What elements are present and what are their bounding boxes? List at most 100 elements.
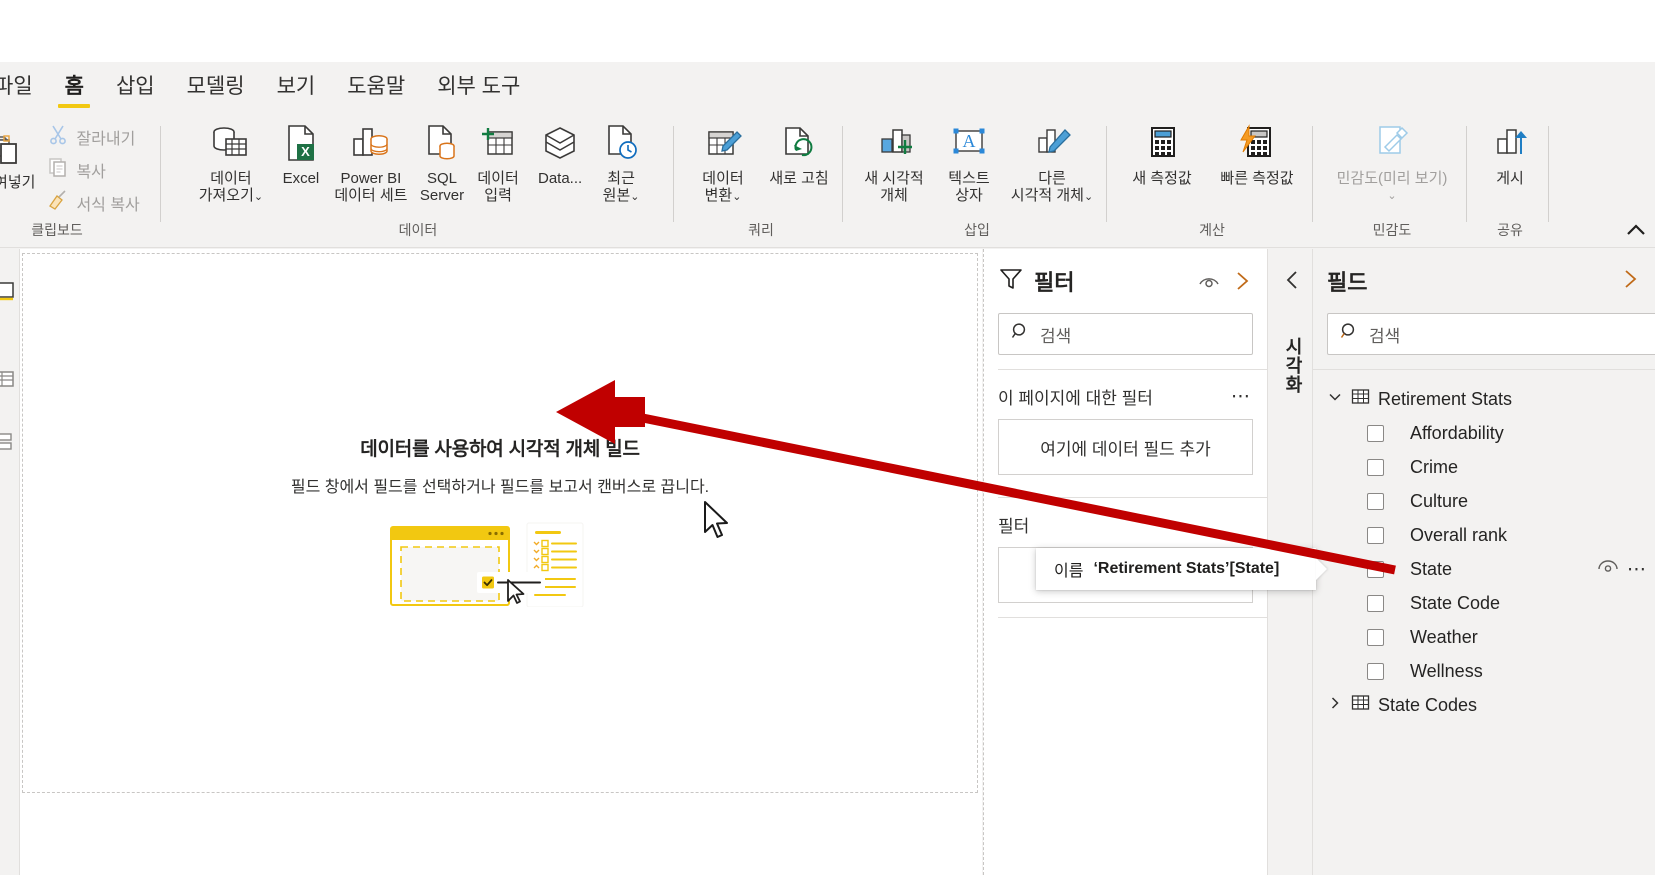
ribbon-tab-external-tools[interactable]: 외부 도구 <box>421 62 536 114</box>
chevron-down-icon[interactable]: ⌄ <box>1084 191 1093 203</box>
ribbon-tab-insert[interactable]: 삽입 <box>100 62 171 114</box>
excel-icon: X <box>281 118 321 170</box>
hide-eye-icon[interactable] <box>1597 558 1619 580</box>
ribbon-tab-modeling[interactable]: 모델링 <box>171 62 261 114</box>
chevron-right-icon[interactable] <box>1327 695 1343 716</box>
chevron-right-icon <box>1625 269 1637 288</box>
ribbon-button-new-visual[interactable]: 새 시각적 개체 <box>854 114 934 209</box>
field-checkbox[interactable] <box>1367 560 1384 578</box>
visualizations-expand-button[interactable] <box>1282 269 1302 296</box>
ribbon-button-new-measure[interactable]: 새 측정값 <box>1117 114 1207 191</box>
ribbon-group-label: 민감도 <box>1372 222 1412 238</box>
field-label: State Code <box>1410 592 1501 613</box>
filters-page-dropzone[interactable]: 여기에 데이터 필드 추가 <box>998 419 1253 475</box>
fields-search-box[interactable]: 검색 <box>1327 313 1655 355</box>
field-checkbox[interactable] <box>1367 526 1384 544</box>
ribbon-collapse-button[interactable] <box>1623 220 1649 245</box>
field-item-overall-rank[interactable]: Overall rank <box>1313 518 1655 552</box>
report-page[interactable]: 데이터를 사용하여 시각적 개체 빌드 필드 창에서 필드를 선택하거나 필드를… <box>22 253 978 793</box>
build-visual-illustration <box>23 519 977 607</box>
ribbon-button-label: Power BI 데이터 세트 <box>334 170 408 205</box>
filters-search-box[interactable]: 검색 <box>998 313 1253 355</box>
ribbon-button-label: 텍스트 상자 <box>948 170 990 205</box>
title-bar <box>0 0 1655 62</box>
fields-table-retirement-stats[interactable]: Retirement Stats <box>1313 382 1655 416</box>
field-checkbox[interactable] <box>1367 628 1384 646</box>
ribbon-button-publish[interactable]: 게시 <box>1477 114 1543 191</box>
ribbon-button-dataverse[interactable]: Data... <box>526 114 594 191</box>
ribbon-tab-home[interactable]: 홈 <box>49 62 100 114</box>
filters-pane-header: 필터 <box>984 249 1267 301</box>
filters-pane-expand-button[interactable] <box>1231 270 1253 292</box>
fields-pane-expand-button[interactable] <box>1619 268 1641 295</box>
ribbon-button-recent-sources[interactable]: 최근 원본⌄ <box>594 114 648 209</box>
field-item-affordability[interactable]: Affordability <box>1313 416 1655 450</box>
refresh-icon <box>778 118 820 170</box>
ribbon-group-query: 데이터 변환⌄ 새로 고침 쿼리 <box>680 114 842 248</box>
ribbon-button-cut[interactable]: 잘라내기 <box>41 120 145 153</box>
ribbon-button-label: 새 시각적 개체 <box>864 170 924 205</box>
ellipsis-icon[interactable]: ⋯ <box>1627 558 1647 581</box>
ribbon-tab-file[interactable]: 파일 <box>0 62 49 114</box>
model-view-icon[interactable] <box>0 429 17 453</box>
fields-tree: Retirement Stats Affordability Crime Cul… <box>1313 370 1655 722</box>
ribbon-button-label: 새 측정값 <box>1132 170 1192 187</box>
hide-eye-icon[interactable] <box>1197 271 1221 291</box>
mouse-cursor <box>704 501 728 538</box>
report-canvas-area[interactable]: 데이터를 사용하여 시각적 개체 빌드 필드 창에서 필드를 선택하거나 필드를… <box>20 249 982 875</box>
filters-search-placeholder: 검색 <box>1040 326 1072 346</box>
field-row-actions: ⋯ <box>1597 558 1647 581</box>
field-checkbox[interactable] <box>1367 594 1384 612</box>
ribbon-button-enter-data[interactable]: 데이터 입력 <box>470 114 526 209</box>
field-checkbox[interactable] <box>1367 662 1384 680</box>
ribbon-button-transform-data[interactable]: 데이터 변환⌄ <box>685 114 761 209</box>
ribbon-button-refresh[interactable]: 새로 고침 <box>761 114 837 191</box>
ribbon-button-more-visuals[interactable]: 다른 시각적 개체⌄ <box>1004 114 1100 209</box>
sql-server-icon <box>421 118 463 170</box>
get-data-icon <box>208 118 254 170</box>
chevron-down-icon[interactable]: ⌄ <box>1387 189 1396 202</box>
field-item-culture[interactable]: Culture <box>1313 484 1655 518</box>
fields-table-name: State Codes <box>1378 694 1478 715</box>
ribbon-button-excel[interactable]: X Excel <box>274 114 328 191</box>
field-item-state-code[interactable]: State Code <box>1313 586 1655 620</box>
data-view-icon[interactable] <box>0 367 17 391</box>
ribbon-group-label: 계산 <box>1199 222 1225 238</box>
ribbon-group-data: 데이터 가져오기⌄ X Excel Power BI 데이터 세트 SQL Se… <box>166 114 670 248</box>
ribbon-button-copy[interactable]: 복사 <box>41 153 145 186</box>
ribbon-button-text-box[interactable]: A 텍스트 상자 <box>934 114 1004 209</box>
chevron-down-icon[interactable]: ⌄ <box>254 191 263 203</box>
ribbon-button-label: 잘라내기 <box>76 130 136 148</box>
chevron-down-icon[interactable]: ⌄ <box>732 191 741 203</box>
chevron-down-icon[interactable] <box>1327 389 1343 410</box>
field-item-state[interactable]: State ⋯ <box>1313 552 1655 586</box>
ribbon-tab-help[interactable]: 도움말 <box>331 62 421 114</box>
field-label: Overall rank <box>1410 524 1508 545</box>
field-item-weather[interactable]: Weather <box>1313 620 1655 654</box>
field-checkbox[interactable] <box>1367 458 1384 476</box>
field-item-wellness[interactable]: Wellness <box>1313 654 1655 688</box>
ribbon-button-sql-server[interactable]: SQL Server <box>414 114 470 209</box>
report-view-icon[interactable] <box>0 279 17 303</box>
ribbon-tab-view[interactable]: 보기 <box>261 62 332 114</box>
fields-table-state-codes[interactable]: State Codes <box>1313 688 1655 722</box>
ribbon-tab-label: 홈 <box>64 75 84 98</box>
ribbon-tab-bar: 파일 홈 삽입 모델링 보기 도움말 외부 도구 <box>0 62 1655 114</box>
field-item-crime[interactable]: Crime <box>1313 450 1655 484</box>
ribbon-button-label: 다른 시각적 개체⌄ <box>1010 170 1094 205</box>
field-checkbox[interactable] <box>1367 492 1384 510</box>
field-checkbox[interactable] <box>1367 424 1384 442</box>
filters-section-all-header: 필터 ⋯ <box>984 498 1267 547</box>
ribbon-button-powerbi-dataset[interactable]: Power BI 데이터 세트 <box>328 114 414 209</box>
table-icon <box>1351 693 1370 717</box>
ribbon-button-get-data[interactable]: 데이터 가져오기⌄ <box>188 114 274 209</box>
chevron-down-icon[interactable]: ⌄ <box>630 191 639 203</box>
field-label: State <box>1410 558 1453 579</box>
ribbon-button-format-painter[interactable]: 서식 복사 <box>41 186 145 219</box>
ribbon-button-label: 복사 <box>76 163 106 181</box>
ribbon-button-paste[interactable]: 붙여넣기 <box>0 114 41 195</box>
ribbon-button-quick-measure[interactable]: 빠른 측정값 <box>1207 114 1307 191</box>
ellipsis-icon[interactable]: ⋯ <box>1231 385 1251 408</box>
ribbon-button-sensitivity[interactable]: 민감도(미리 보기) ⌄ <box>1322 114 1462 206</box>
dataverse-icon <box>538 118 582 170</box>
